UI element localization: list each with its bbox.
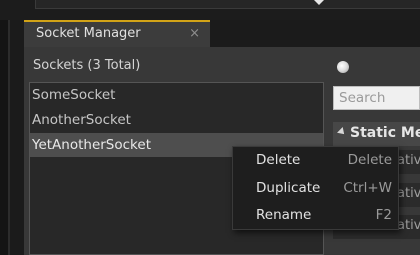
tab-label: Socket Manager <box>36 26 141 41</box>
menu-item-label: Rename <box>256 207 312 223</box>
left-panel-edge <box>0 20 10 255</box>
menu-item-shortcut: F2 <box>375 207 392 223</box>
radio-icon[interactable] <box>337 61 349 73</box>
menu-item-label: Delete <box>256 152 301 168</box>
tab-socket-manager[interactable]: Socket Manager × <box>24 20 210 47</box>
sockets-header: Sockets (3 Total) <box>33 58 141 73</box>
menu-item-duplicate[interactable]: Duplicate Ctrl+W <box>233 176 398 202</box>
menu-item-rename[interactable]: Rename F2 <box>233 203 398 229</box>
details-row-label: ative <box>397 218 420 233</box>
top-toolbar-edge <box>35 0 420 9</box>
splitter-line[interactable] <box>8 20 10 255</box>
menu-item-label: Duplicate <box>256 180 321 196</box>
menu-item-shortcut: Ctrl+W <box>343 180 392 196</box>
context-menu: Delete Delete Duplicate Ctrl+W Rename F2 <box>232 146 399 230</box>
section-title: Static Me <box>350 125 420 141</box>
close-icon[interactable]: × <box>189 26 200 41</box>
menu-item-shortcut: Delete <box>347 152 392 168</box>
socket-list-item[interactable]: AnotherSocket <box>30 108 323 132</box>
details-row-label: ative <box>397 186 420 201</box>
details-row-label: ative <box>397 153 420 168</box>
search-input[interactable] <box>334 87 419 109</box>
collapse-arrow-icon[interactable] <box>337 127 347 137</box>
static-mesh-section-header[interactable]: Static Me <box>333 122 420 146</box>
search-box[interactable] <box>333 86 420 110</box>
menu-item-delete[interactable]: Delete Delete <box>233 148 398 174</box>
dropdown-marker-icon[interactable] <box>314 0 324 5</box>
socket-list-item[interactable]: SomeSocket <box>30 83 323 107</box>
